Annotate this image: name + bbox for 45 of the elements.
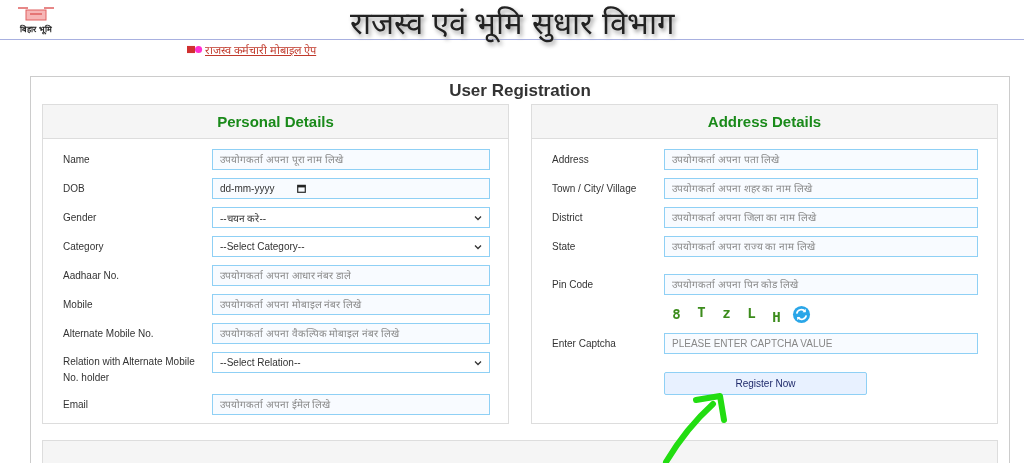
field-label: Aadhaar No. xyxy=(63,269,120,283)
field-label: District xyxy=(552,211,583,225)
emblem-icon xyxy=(16,5,56,23)
field-label: Enter Captcha xyxy=(552,337,616,351)
text-field[interactable]: उपयोगकर्ता अपना जिला का नाम लिखे xyxy=(664,207,978,228)
text-field[interactable]: उपयोगकर्ता अपना ईमेल लिखे xyxy=(212,394,490,415)
field-label: Relation with Alternate Mobile No. holder xyxy=(63,355,196,385)
text-field[interactable]: उपयोगकर्ता अपना पता लिखे xyxy=(664,149,978,170)
mobile-app-link[interactable]: राजस्व कर्मचारी मोबाइल ऐप xyxy=(205,42,317,57)
chevron-icon xyxy=(474,359,482,366)
chevron-icon xyxy=(474,243,482,250)
page-title: राजस्व एवं भूमि सुधार विभाग xyxy=(350,6,674,41)
text-field[interactable]: उपयोगकर्ता अपना आधार नंबर डाले xyxy=(212,265,490,286)
field-label: Name xyxy=(63,153,90,167)
text-field[interactable]: उपयोगकर्ता अपना राज्य का नाम लिखे xyxy=(664,236,978,257)
text-field[interactable]: PLEASE ENTER CAPTCHA VALUE xyxy=(664,333,978,354)
dropdown[interactable]: --चयन करे-- xyxy=(212,207,490,228)
section-title: Address Details xyxy=(707,113,822,130)
calendar-icon[interactable] xyxy=(297,184,306,193)
chevron-icon xyxy=(474,214,482,221)
field-label: Gender xyxy=(63,211,97,225)
app-icon xyxy=(187,45,203,54)
field-label: State xyxy=(552,240,576,254)
form-title: User Registration xyxy=(449,81,591,100)
field-label: Town / City/ Village xyxy=(552,182,637,196)
field-label: Alternate Mobile No. xyxy=(63,327,154,341)
text-field[interactable]: उपयोगकर्ता अपना शहर का नाम लिखे xyxy=(664,178,978,199)
text-field[interactable]: उपयोगकर्ता अपना वैकल्पिक मोबाइल नंबर लिखे xyxy=(212,323,490,344)
captcha-image: 8 T z L H xyxy=(671,306,782,322)
refresh-icon[interactable] xyxy=(792,304,811,324)
field-label: DOB xyxy=(63,182,85,196)
date-field[interactable]: dd-mm-yyyy xyxy=(212,178,490,199)
field-label: Address xyxy=(552,153,589,167)
dropdown[interactable]: --Select Relation-- xyxy=(212,352,490,373)
section-title: Personal Details xyxy=(217,113,334,130)
field-label: Mobile xyxy=(63,298,93,312)
dropdown[interactable]: --Select Category-- xyxy=(212,236,490,257)
field-label: Email xyxy=(63,398,88,412)
register-button[interactable]: Register Now xyxy=(664,372,867,395)
field-label: Pin Code xyxy=(552,278,594,292)
logo-text: बिहार भूमि xyxy=(20,23,52,34)
text-field[interactable]: उपयोगकर्ता अपना पिन कोड लिखे xyxy=(664,274,978,295)
field-label: Category xyxy=(63,240,104,254)
text-field[interactable]: उपयोगकर्ता अपना मोबाइल नंबर लिखे xyxy=(212,294,490,315)
text-field[interactable]: उपयोगकर्ता अपना पूरा नाम लिखे xyxy=(212,149,490,170)
